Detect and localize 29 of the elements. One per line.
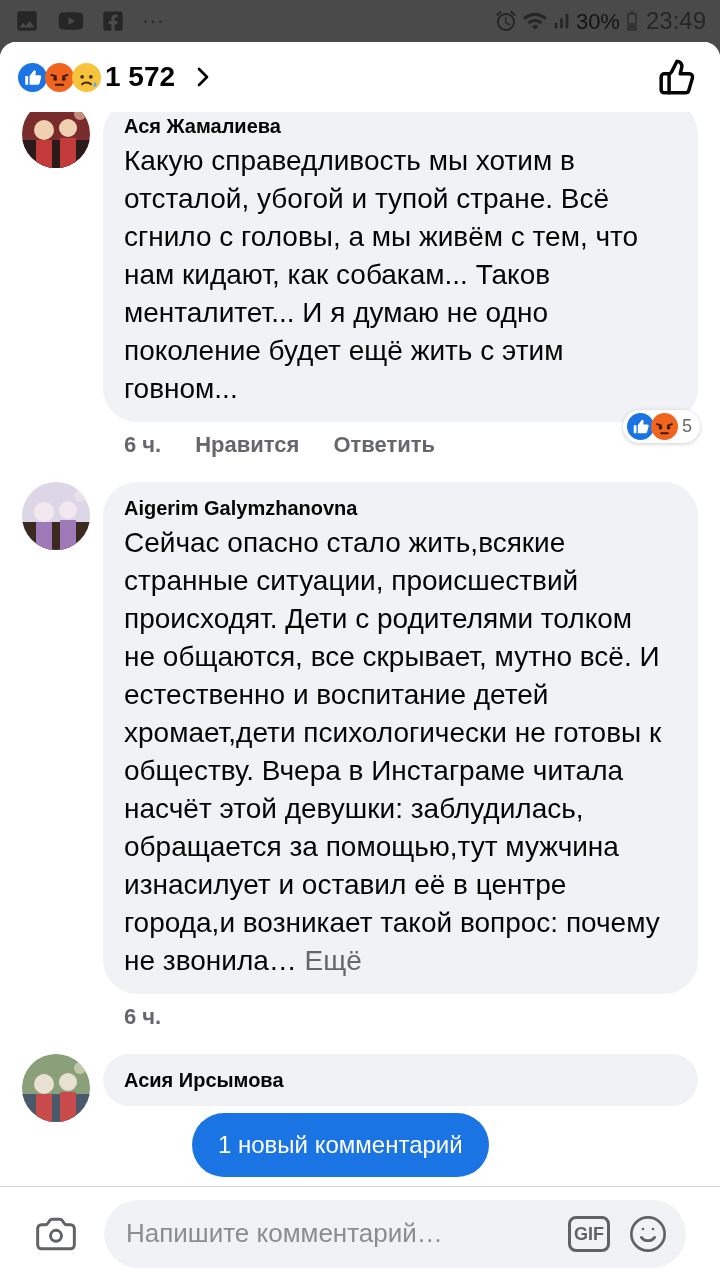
comment-time: 6 ч. <box>124 430 162 459</box>
facebook-icon <box>102 10 124 32</box>
alarm-icon <box>493 9 518 33</box>
like-link[interactable]: Нравится <box>195 427 300 461</box>
comment-author[interactable]: Ася Жамалиева <box>124 114 668 138</box>
comment-author[interactable]: Aigerim Galymzhanovna <box>124 496 668 520</box>
like-reaction-icon <box>18 62 47 92</box>
angry-reaction-icon <box>45 62 74 92</box>
comment-text: Сейчас опасно стало жить,всякие странные ситуации, происшествий происходят. Дети с родителями толком не общаются, все скрывает, мутно всё. И естественно и воспитание детей хромает,дети психологически не готовы к обществу. Вчера в Инстаграме читала насчёт этой девушки: заблудилась, обращается за помощью,тут мужчина изнасилует и оставил её в центре города,и возникает такой вопрос: почему не звонила… Ещё <box>124 526 663 978</box>
comment-text: Какую справедливость мы хотим в отсталой, убогой и тупой стране. Всё сгнило с головы, а мы живём с тем, что нам кидают, как собакам... Таков менталитет... И я думаю не одно поколение будет ещё жить с этим говном... <box>124 144 640 406</box>
reaction-badge[interactable]: 5 <box>623 410 700 443</box>
more-notifications: ··· <box>142 10 164 32</box>
reply-link[interactable]: Ответить <box>333 427 436 461</box>
comment-input[interactable]: Напишите комментарий… GIF <box>104 1199 686 1268</box>
comment-time: 6 ч. <box>124 1002 162 1031</box>
like-reaction-icon <box>627 413 654 440</box>
angry-reaction-icon <box>651 413 678 440</box>
reactions-summary[interactable]: 1 572 <box>18 56 220 98</box>
comment-author[interactable]: Асия Ирсымова <box>124 1068 668 1092</box>
emoji-icon[interactable] <box>628 1213 668 1254</box>
sad-reaction-icon <box>72 62 101 92</box>
reaction-count: 5 <box>682 415 692 438</box>
comment-placeholder: Напишите комментарий… <box>126 1217 444 1250</box>
like-icon[interactable] <box>658 58 696 96</box>
new-comments-button[interactable]: 1 новый комментарий <box>192 1113 489 1177</box>
see-more-link[interactable]: Ещё <box>304 945 362 976</box>
reaction-total: 1 572 <box>105 60 176 94</box>
gif-button[interactable]: GIF <box>568 1215 610 1252</box>
image-icon <box>14 8 40 34</box>
